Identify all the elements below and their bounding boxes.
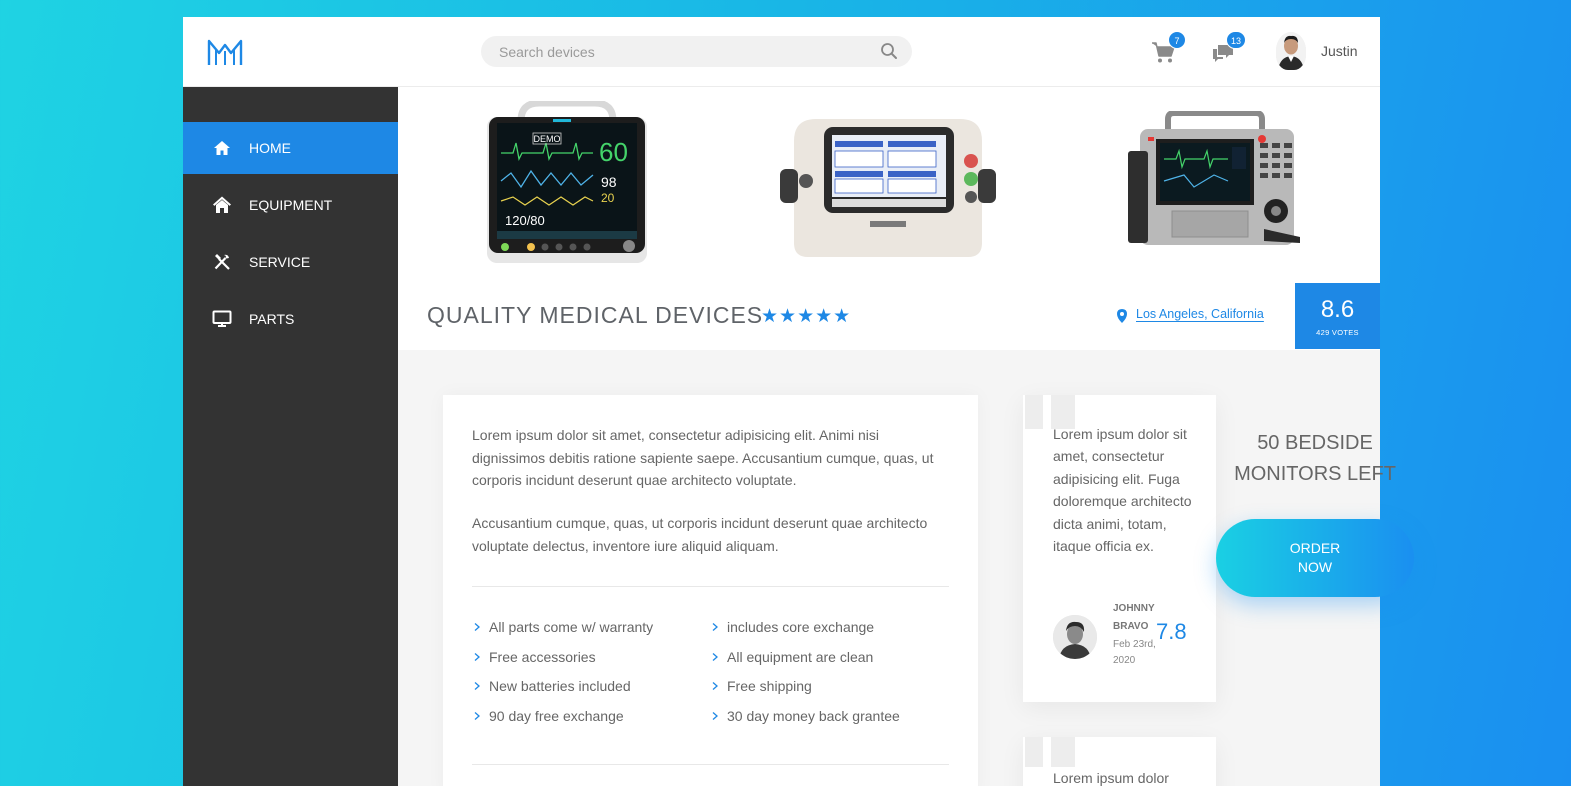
cart-button[interactable]: 7 <box>1150 31 1186 65</box>
sidebar-item-parts[interactable]: PARTS <box>183 293 398 345</box>
monitor-icon <box>211 308 233 330</box>
feature-item: Free shipping <box>710 678 812 694</box>
feature-label: All equipment are clean <box>727 649 874 665</box>
order-now-button[interactable]: ORDER NOW <box>1216 519 1414 597</box>
user-avatar[interactable] <box>1276 32 1306 70</box>
feature-item: New batteries included <box>472 678 631 694</box>
review-text: Lorem ipsum dolor <box>1053 770 1169 786</box>
cart-count-badge: 7 <box>1168 31 1186 49</box>
divider <box>472 586 949 587</box>
heart-rate-readout: 60 <box>599 137 628 167</box>
resp-readout: 20 <box>601 191 615 205</box>
stock-remaining: 50 BEDSIDE MONITORS LEFT <box>1230 428 1400 490</box>
bp-readout: 120/80 <box>505 213 545 228</box>
home-icon <box>211 137 233 159</box>
chevron-right-icon <box>712 653 718 661</box>
chevron-right-icon <box>712 712 718 720</box>
chevron-right-icon <box>474 653 480 661</box>
sidebar-item-service[interactable]: SERVICE <box>183 236 398 288</box>
search-bar <box>481 36 912 67</box>
messages-count-badge: 13 <box>1225 31 1246 49</box>
reviewer-avatar[interactable] <box>1053 615 1097 659</box>
feature-item: All parts come w/ warranty <box>472 619 653 635</box>
order-button-line-1: ORDER <box>1289 540 1341 556</box>
votes-count: 429 VOTES <box>1316 328 1359 337</box>
description-paragraph-1: Lorem ipsum dolor sit amet, consectetur … <box>472 427 934 488</box>
order-button-line-2: NOW <box>1297 559 1333 575</box>
spo2-readout: 98 <box>601 174 617 190</box>
feature-label: New batteries included <box>489 678 631 694</box>
review-text: Lorem ipsum dolor sit amet, consectetur … <box>1053 426 1192 555</box>
sidebar: HOME EQUIPMENT SERVICE PARTS <box>183 87 398 786</box>
review-score: 7.8 <box>1156 619 1187 644</box>
quote-icon <box>1025 737 1075 767</box>
chevron-right-icon <box>474 623 480 631</box>
stock-line-1: 50 BEDSIDE <box>1257 432 1373 454</box>
house-icon <box>211 194 233 216</box>
sidebar-item-label: PARTS <box>249 311 295 327</box>
sidebar-item-equipment[interactable]: EQUIPMENT <box>183 179 398 231</box>
feature-item: All equipment are clean <box>710 649 873 665</box>
chevron-right-icon <box>474 682 480 690</box>
sidebar-item-home[interactable]: HOME <box>183 122 398 174</box>
sidebar-item-label: EQUIPMENT <box>249 197 333 213</box>
sidebar-item-label: SERVICE <box>249 254 311 270</box>
chevron-right-icon <box>474 712 480 720</box>
top-bar: 7 13 Justin <box>183 17 1380 87</box>
sidebar-item-label: HOME <box>249 140 291 156</box>
reviewer-portrait-icon <box>1053 615 1097 659</box>
location-link[interactable]: Los Angeles, California <box>1136 307 1264 321</box>
feature-label: includes core exchange <box>727 619 875 635</box>
tools-icon <box>211 251 233 273</box>
feature-item: includes core exchange <box>710 619 874 635</box>
stock-line-2: MONITORS LEFT <box>1234 463 1396 485</box>
feature-label: All parts come w/ warranty <box>489 619 654 635</box>
description-paragraph-2: Accusantium cumque, quas, ut corporis in… <box>472 515 928 554</box>
location-pin-icon <box>1117 309 1127 323</box>
infusion-pump-image[interactable] <box>780 111 996 261</box>
user-portrait-icon <box>1276 32 1306 70</box>
messages-button[interactable]: 13 <box>1210 31 1246 65</box>
overall-score-box: 8.6 429 VOTES <box>1295 283 1380 349</box>
feature-label: 90 day free exchange <box>489 708 624 724</box>
feature-item: 90 day free exchange <box>472 708 624 724</box>
username-label[interactable]: Justin <box>1321 43 1358 59</box>
app-window: 7 13 Justin HOME <box>183 17 1414 786</box>
review-card: Lorem ipsum dolor <box>1023 737 1216 786</box>
chevron-right-icon <box>712 623 718 631</box>
patient-monitor-image[interactable]: DEMO 60 98 20 120/80 <box>483 101 651 269</box>
feature-label: Free accessories <box>489 649 596 665</box>
page-title: QUALITY MEDICAL DEVICES <box>427 302 764 328</box>
description-card: Lorem ipsum dolor sit amet, consectetur … <box>443 395 978 786</box>
feature-label: 30 day money back grantee <box>727 708 900 724</box>
chevron-right-icon <box>712 682 718 690</box>
review-card: Lorem ipsum dolor sit amet, consectetur … <box>1023 395 1216 702</box>
defibrillator-image[interactable] <box>1124 111 1306 259</box>
feature-item: 30 day money back grantee <box>710 708 900 724</box>
search-input[interactable] <box>499 36 869 67</box>
overall-score-value: 8.6 <box>1320 296 1355 323</box>
search-icon[interactable] <box>880 42 898 60</box>
brand-logo-icon[interactable] <box>207 37 243 67</box>
rating-stars: ★★★★★ <box>761 306 852 327</box>
monitor-label-text: DEMO <box>534 134 561 144</box>
divider <box>472 764 949 765</box>
product-hero: DEMO 60 98 20 120/80 QUALITY MEDICAL DEV… <box>398 87 1380 350</box>
feature-label: Free shipping <box>727 678 812 694</box>
feature-item: Free accessories <box>472 649 596 665</box>
